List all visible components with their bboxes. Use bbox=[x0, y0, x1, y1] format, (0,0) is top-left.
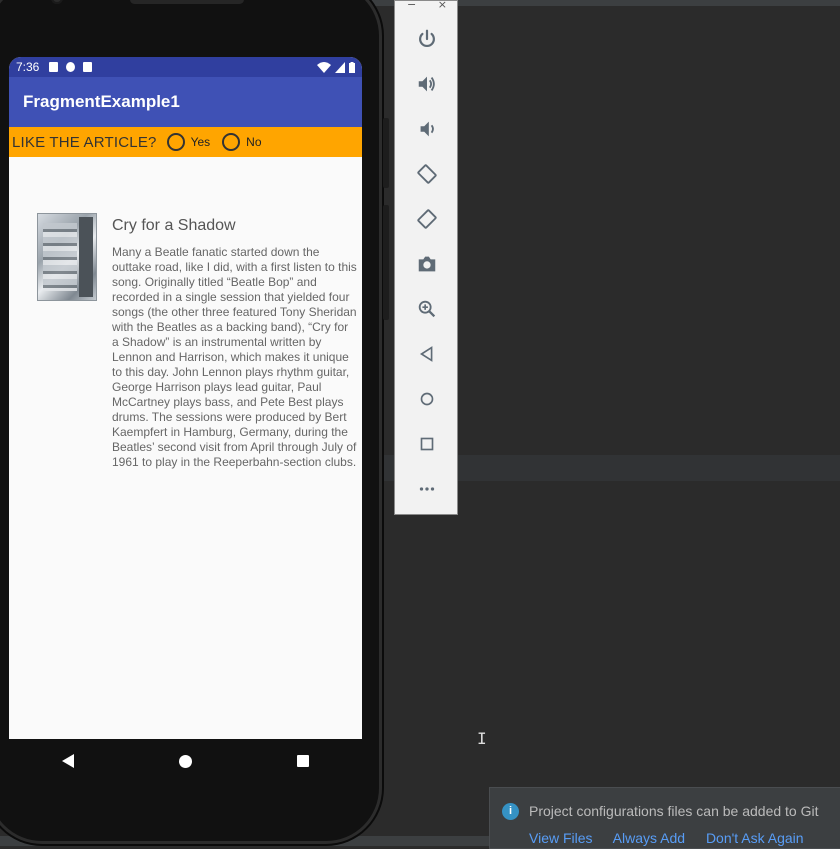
screenshot-button[interactable] bbox=[395, 246, 459, 282]
battery-icon bbox=[349, 61, 355, 73]
overview-icon bbox=[420, 437, 434, 451]
notification-a-icon bbox=[49, 62, 59, 72]
like-article-bar: LIKE THE ARTICLE? Yes No bbox=[9, 127, 362, 157]
signal-icon bbox=[335, 61, 345, 73]
nav-recents-icon[interactable] bbox=[297, 755, 310, 767]
emulator-toolbar: − × bbox=[394, 0, 458, 515]
dont-ask-again-link[interactable]: Don't Ask Again bbox=[706, 830, 804, 846]
radio-no[interactable]: No bbox=[222, 133, 262, 151]
rotate-right-button[interactable] bbox=[395, 201, 459, 237]
sd-card-icon bbox=[83, 62, 93, 72]
info-icon: i bbox=[502, 803, 519, 820]
wifi-icon bbox=[317, 61, 331, 73]
app-title: FragmentExample1 bbox=[23, 92, 180, 111]
android-nav-bar bbox=[9, 739, 362, 783]
text-cursor-icon: I bbox=[477, 729, 487, 748]
close-button[interactable]: × bbox=[438, 0, 447, 13]
radio-circle-icon[interactable] bbox=[166, 133, 185, 151]
phone-screen: 7:36 FragmentExample1 LIKE THE ARTICLE? … bbox=[9, 57, 362, 739]
volume-down-button[interactable] bbox=[395, 111, 459, 147]
like-question: LIKE THE ARTICLE? bbox=[12, 133, 157, 151]
article-body: Many a Beatle fanatic started down the o… bbox=[112, 245, 357, 469]
back-button[interactable] bbox=[395, 336, 459, 372]
more-icon bbox=[419, 487, 435, 491]
always-add-link[interactable]: Always Add bbox=[613, 830, 685, 846]
nav-home-icon[interactable] bbox=[178, 754, 192, 768]
earpiece-speaker bbox=[130, 0, 244, 4]
radio-yes-label: Yes bbox=[190, 135, 211, 149]
zoom-icon bbox=[418, 300, 436, 318]
radio-yes[interactable]: Yes bbox=[166, 133, 211, 151]
notification-p-icon bbox=[66, 62, 76, 72]
emulator-window-controls: − × bbox=[395, 0, 457, 13]
phone-side-button[interactable] bbox=[383, 118, 389, 188]
phone-volume-button[interactable] bbox=[383, 205, 389, 320]
power-icon bbox=[419, 29, 435, 48]
volume-up-button[interactable] bbox=[395, 66, 459, 102]
status-time: 7:36 bbox=[16, 60, 40, 74]
back-icon bbox=[419, 346, 433, 362]
rotate-left-button[interactable] bbox=[395, 156, 459, 192]
app-bar: FragmentExample1 bbox=[9, 77, 362, 127]
album-box-set-image bbox=[37, 213, 97, 301]
volume-down-icon bbox=[420, 121, 434, 137]
home-icon bbox=[420, 392, 434, 406]
minimize-button[interactable]: − bbox=[407, 0, 416, 13]
radio-circle-icon[interactable] bbox=[222, 133, 241, 151]
rotate-left-icon bbox=[417, 164, 437, 184]
power-button[interactable] bbox=[395, 21, 459, 57]
view-files-link[interactable]: View Files bbox=[529, 830, 593, 846]
volume-up-icon bbox=[418, 76, 435, 92]
home-button[interactable] bbox=[395, 381, 459, 417]
notification-message: Project configurations files can be adde… bbox=[529, 803, 819, 819]
front-camera-icon bbox=[51, 0, 63, 4]
radio-no-label: No bbox=[246, 135, 262, 149]
overview-button[interactable] bbox=[395, 426, 459, 462]
status-bar: 7:36 bbox=[9, 57, 362, 77]
git-notification: i Project configurations files can be ad… bbox=[489, 787, 840, 849]
rotate-right-icon bbox=[417, 209, 437, 229]
nav-back-icon[interactable] bbox=[61, 754, 74, 768]
article-title: Cry for a Shadow bbox=[112, 217, 236, 234]
more-button[interactable] bbox=[395, 471, 459, 507]
zoom-button[interactable] bbox=[395, 291, 459, 327]
notification-links: View Files Always Add Don't Ask Again bbox=[529, 830, 821, 846]
camera-icon bbox=[418, 256, 436, 272]
